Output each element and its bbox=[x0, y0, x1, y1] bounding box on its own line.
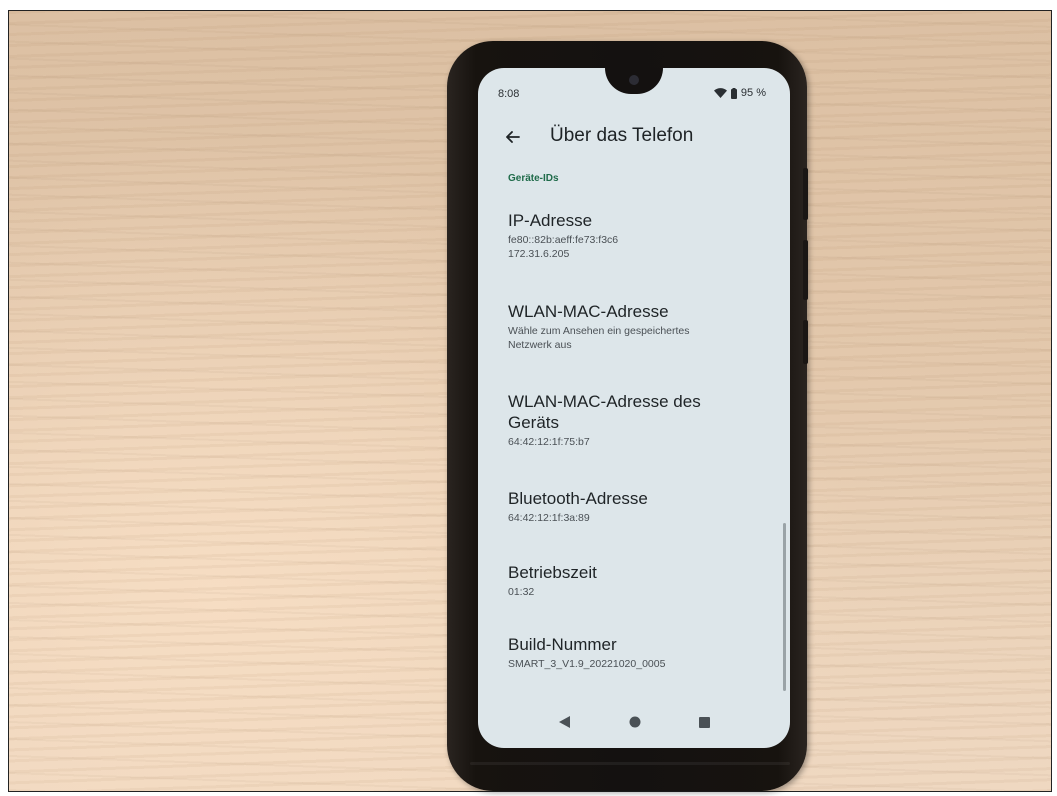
pref-ip-address[interactable]: IP-Adresse fe80::82b:aeff:fe73:f3c6 172.… bbox=[508, 210, 758, 261]
phone-chin bbox=[470, 762, 790, 765]
pref-summary-line: 64:42:12:1f:3a:89 bbox=[508, 512, 590, 524]
pref-summary-line: SMART_3_V1.9_20221020_0005 bbox=[508, 658, 666, 670]
pref-build-number[interactable]: Build-Nummer SMART_3_V1.9_20221020_0005 bbox=[508, 634, 758, 671]
wifi-icon bbox=[713, 88, 727, 98]
front-camera bbox=[629, 75, 639, 85]
pref-summary-line: fe80::82b:aeff:fe73:f3c6 bbox=[508, 234, 619, 246]
pref-summary-line: 64:42:12:1f:75:b7 bbox=[508, 436, 590, 448]
pref-summary-line: Netzwerk aus bbox=[508, 339, 572, 351]
navigation-bar bbox=[478, 696, 790, 748]
nav-recents-icon[interactable] bbox=[698, 716, 710, 728]
pref-wlan-mac-address[interactable]: WLAN-MAC-Adresse Wähle zum Ansehen ein g… bbox=[508, 301, 758, 352]
page-title: Über das Telefon bbox=[550, 125, 694, 146]
back-arrow-icon[interactable] bbox=[502, 126, 524, 148]
scrollbar[interactable] bbox=[783, 523, 786, 691]
status-time: 8:08 bbox=[498, 88, 520, 100]
section-header-device-ids: Geräte-IDs bbox=[508, 173, 559, 184]
pref-summary-line: 01:32 bbox=[508, 586, 535, 598]
battery-percent: 95 % bbox=[740, 87, 766, 99]
pref-title: Betriebszeit bbox=[508, 563, 597, 582]
pref-uptime[interactable]: Betriebszeit 01:32 bbox=[508, 562, 758, 599]
pref-title: WLAN-MAC-Adresse bbox=[508, 302, 669, 321]
volume-up-button[interactable] bbox=[803, 168, 808, 220]
pref-title-line2: Geräts bbox=[508, 413, 560, 432]
pref-summary-line: 172.31.6.205 bbox=[508, 248, 570, 260]
pref-bluetooth-address[interactable]: Bluetooth-Adresse 64:42:12:1f:3a:89 bbox=[508, 488, 758, 525]
volume-down-button[interactable] bbox=[803, 240, 808, 300]
phone-screen: 8:08 95 % Über das Telefon Geräte-IDs IP… bbox=[478, 68, 790, 748]
pref-title: Build-Nummer bbox=[508, 635, 617, 654]
power-button[interactable] bbox=[803, 320, 808, 364]
status-icons: 95 % bbox=[713, 87, 766, 99]
nav-back-icon[interactable] bbox=[558, 716, 571, 728]
photo-caption-clipped bbox=[0, 0, 1057, 10]
pref-device-wlan-mac-address[interactable]: WLAN-MAC-Adresse des Geräts 64:42:12:1f:… bbox=[508, 391, 758, 449]
pref-title: WLAN-MAC-Adresse des bbox=[508, 392, 701, 411]
pref-title: IP-Adresse bbox=[508, 211, 593, 230]
pref-title: Bluetooth-Adresse bbox=[508, 489, 648, 508]
nav-home-icon[interactable] bbox=[629, 716, 641, 728]
battery-icon bbox=[730, 87, 737, 99]
app-bar: Über das Telefon bbox=[478, 118, 790, 158]
pref-summary-line: Wähle zum Ansehen ein gespeichertes bbox=[508, 325, 690, 337]
